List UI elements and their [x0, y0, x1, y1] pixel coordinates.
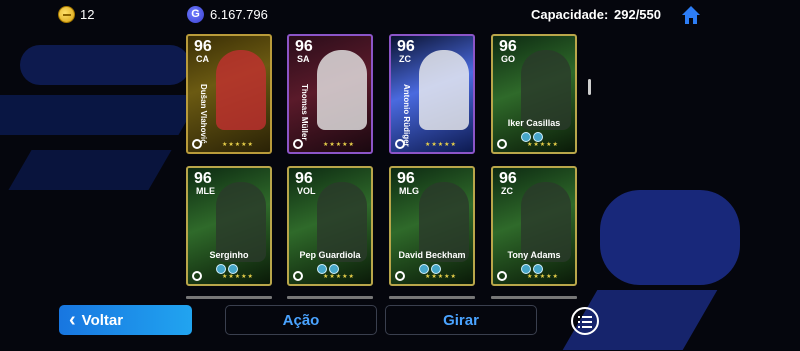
menu-dot	[578, 326, 580, 328]
gp-count: 6.167.796	[210, 7, 268, 22]
player-card[interactable]: 96 VOL Pep Guardiola ★★★★★	[287, 166, 373, 286]
player-card[interactable]: 96 SA Thomas Müller ★★★★★	[287, 34, 373, 154]
menu-line	[582, 316, 592, 318]
gp-icon: G	[187, 6, 204, 23]
menu-dot	[578, 316, 580, 318]
card-footer: ★★★★★	[497, 270, 575, 282]
card-stars: ★★★★★	[323, 273, 355, 280]
coin-count: 12	[80, 7, 95, 22]
background-stripe	[0, 95, 202, 135]
card-footer: ★★★★★	[395, 270, 473, 282]
card-stars: ★★★★★	[425, 141, 457, 148]
card-player-name: Serginho	[209, 250, 249, 260]
rotate-button-label: Girar	[443, 311, 479, 329]
card-stars: ★★★★★	[527, 141, 559, 148]
coin-icon	[58, 6, 75, 23]
player-card[interactable]: 96 MLE Serginho ★★★★★	[186, 166, 272, 286]
chevron-left-icon: ‹	[69, 309, 76, 331]
player-card[interactable]: 96 ZC Antonio Rüdiger ★★★★★	[389, 34, 475, 154]
card-footer: ★★★★★	[293, 138, 371, 150]
back-button[interactable]: ‹ Voltar	[59, 305, 192, 335]
card-player-name: Iker Casillas	[507, 118, 561, 128]
player-image	[216, 50, 266, 130]
card-footer: ★★★★★	[293, 270, 371, 282]
card-position: GO	[501, 54, 516, 64]
card-position: MLE	[196, 186, 215, 196]
efootball-logo-icon	[395, 139, 405, 149]
card-row-indicator	[186, 296, 272, 299]
card-stars: ★★★★★	[222, 141, 254, 148]
capacity-value: 292/550	[614, 7, 661, 22]
card-position: SA	[297, 54, 310, 64]
player-card[interactable]: 96 CA Dušan Vlahović ★★★★★	[186, 34, 272, 154]
background-blob	[600, 190, 740, 285]
card-position: ZC	[501, 186, 513, 196]
back-button-label: Voltar	[81, 311, 124, 329]
background-stripe	[8, 150, 172, 190]
card-position: VOL	[297, 186, 316, 196]
card-row-indicator	[287, 296, 373, 299]
card-player-name: Thomas Müller	[300, 84, 309, 141]
efootball-logo-icon	[395, 271, 405, 281]
action-button[interactable]: Ação	[225, 305, 377, 335]
card-row-indicator	[389, 296, 475, 299]
efootball-logo-icon	[497, 139, 507, 149]
efootball-logo-icon	[497, 271, 507, 281]
action-button-label: Ação	[282, 311, 320, 329]
card-player-name: David Beckham	[398, 250, 466, 260]
efootball-logo-icon	[293, 139, 303, 149]
player-card[interactable]: 96 ZC Tony Adams ★★★★★	[491, 166, 577, 286]
card-stars: ★★★★★	[425, 273, 457, 280]
efootball-logo-icon	[192, 271, 202, 281]
card-row-indicator	[491, 296, 577, 299]
rotate-button[interactable]: Girar	[385, 305, 537, 335]
card-player-name: Pep Guardiola	[299, 250, 361, 260]
capacity-label: Capacidade:	[531, 7, 609, 22]
card-position: CA	[196, 54, 209, 64]
efootball-logo-icon	[192, 139, 202, 149]
card-position: ZC	[399, 54, 411, 64]
card-player-name: Dušan Vlahović	[199, 84, 208, 144]
card-footer: ★★★★★	[192, 138, 270, 150]
top-bar: 12 G 6.167.796 Capacidade: 292/550	[0, 0, 800, 30]
background-stripe	[20, 45, 190, 85]
home-icon[interactable]	[680, 4, 702, 26]
scrollbar[interactable]	[588, 79, 591, 95]
list-menu-icon[interactable]	[571, 307, 599, 335]
efootball-logo-icon	[293, 271, 303, 281]
card-footer: ★★★★★	[497, 138, 575, 150]
player-image	[317, 50, 367, 130]
menu-dot	[578, 321, 580, 323]
card-stars: ★★★★★	[222, 273, 254, 280]
card-footer: ★★★★★	[192, 270, 270, 282]
card-stars: ★★★★★	[323, 141, 355, 148]
menu-line	[582, 321, 592, 323]
player-card[interactable]: 96 MLG David Beckham ★★★★★	[389, 166, 475, 286]
card-footer: ★★★★★	[395, 138, 473, 150]
player-card[interactable]: 96 GO Iker Casillas ★★★★★	[491, 34, 577, 154]
card-stars: ★★★★★	[527, 273, 559, 280]
card-position: MLG	[399, 186, 419, 196]
menu-line	[582, 326, 592, 328]
card-player-name: Tony Adams	[507, 250, 561, 260]
player-image	[419, 50, 469, 130]
